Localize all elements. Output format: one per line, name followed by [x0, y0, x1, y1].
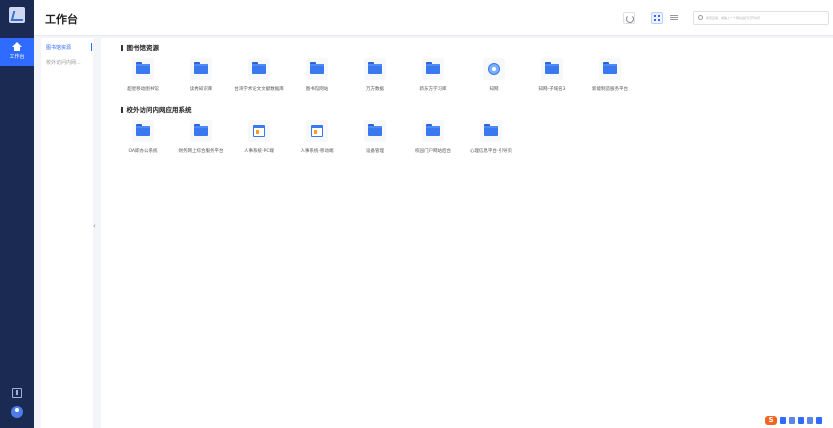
- app-label: 图书馆网站: [305, 87, 329, 92]
- app-label: OA即办公系统: [128, 149, 158, 154]
- folder-icon: [136, 124, 150, 136]
- rail-item-workbench[interactable]: 工作台: [0, 38, 34, 66]
- app-label: 知网-子域名3: [538, 87, 566, 92]
- app-icon-tile: [599, 58, 621, 80]
- app-label: 台湾学术论文文献数据库: [234, 87, 284, 92]
- app-logo-icon: [9, 7, 25, 23]
- download-icon[interactable]: [12, 388, 22, 398]
- category-item-intranet[interactable]: 校外访问内网...: [46, 59, 81, 66]
- app-icon-tile: [480, 120, 502, 142]
- form-icon: [253, 125, 265, 137]
- app-icon-tile: [306, 120, 328, 142]
- app-tile[interactable]: 知网: [465, 58, 523, 93]
- app-label: 知网: [489, 87, 499, 92]
- app-label: 人事系统-PC端: [244, 149, 274, 154]
- app-tile[interactable]: 图书馆网站: [288, 58, 346, 93]
- punctuation-icon[interactable]: [789, 417, 795, 424]
- app-tile[interactable]: 心理信息平台-引导页: [462, 120, 520, 155]
- collapse-panel-icon[interactable]: ‹: [93, 222, 96, 230]
- app-label: 万方数据: [366, 87, 384, 92]
- refresh-icon[interactable]: [623, 12, 635, 24]
- ime-logo-icon[interactable]: S: [765, 416, 777, 425]
- globe-icon: [488, 63, 500, 75]
- app-tile[interactable]: 知网-子域名3: [523, 58, 581, 93]
- app-icon-tile: [483, 58, 505, 80]
- folder-icon: [368, 124, 382, 136]
- section-title-library: 图书馆资源: [121, 42, 160, 52]
- folder-icon: [603, 62, 617, 74]
- app-tile[interactable]: OA即办公系统: [114, 120, 172, 155]
- app-tile[interactable]: 财务网上综合服务平台: [172, 120, 230, 155]
- folder-icon: [484, 124, 498, 136]
- keyboard-icon[interactable]: [807, 417, 813, 424]
- app-label: 读秀知识库: [189, 87, 213, 92]
- search-icon: [698, 15, 703, 20]
- app-icon-tile: [132, 120, 154, 142]
- app-label: 设备管理: [366, 149, 384, 154]
- app-label: 财务网上综合服务平台: [178, 149, 224, 154]
- app-tile[interactable]: 超星移动图书馆: [114, 58, 172, 93]
- folder-icon: [136, 62, 150, 74]
- app-icon-tile: [306, 58, 328, 80]
- app-label: 超星移动图书馆: [127, 87, 159, 92]
- skin-icon[interactable]: [816, 417, 822, 424]
- ime-toolbar: S: [765, 416, 831, 426]
- app-label: 人事系统-移动端: [300, 149, 334, 154]
- app-label: 校园门户网站后台: [415, 149, 451, 154]
- folder-icon: [194, 62, 208, 74]
- page-title: 工作台: [45, 13, 78, 26]
- app-icon-tile: [422, 58, 444, 80]
- app-icon-tile: [248, 120, 270, 142]
- app-tile[interactable]: 设备管理: [346, 120, 404, 155]
- app-tile[interactable]: 万方数据: [346, 58, 404, 93]
- folder-icon: [426, 62, 440, 74]
- app-icon-tile: [190, 58, 212, 80]
- top-header: 工作台: [34, 0, 833, 36]
- app-icon-tile: [364, 120, 386, 142]
- user-avatar-icon[interactable]: [11, 406, 23, 418]
- app-tile[interactable]: 台湾学术论文文献数据库: [230, 58, 288, 93]
- app-tile[interactable]: 校园门户网站后台: [404, 120, 462, 155]
- category-panel: 图书馆资源 校外访问内网...: [41, 38, 93, 428]
- search-box: [693, 11, 829, 25]
- app-icon-tile: [132, 58, 154, 80]
- category-item-library[interactable]: 图书馆资源: [46, 44, 71, 51]
- active-category-indicator: [91, 43, 92, 51]
- folder-icon: [252, 62, 266, 74]
- folder-icon: [194, 124, 208, 136]
- form-icon: [311, 125, 323, 137]
- app-tile[interactable]: 读秀知识库: [172, 58, 230, 93]
- app-tile[interactable]: 新东方学习库: [404, 58, 462, 93]
- home-icon: [12, 42, 22, 51]
- folder-icon: [368, 62, 382, 74]
- app-icon-tile: [190, 120, 212, 142]
- app-icon-tile: [248, 58, 270, 80]
- app-tile[interactable]: 人事系统-PC端: [230, 120, 288, 155]
- app-label: 新能制造服务平台: [592, 87, 628, 92]
- language-icon[interactable]: [780, 417, 786, 424]
- folder-icon: [310, 62, 324, 74]
- folder-icon: [426, 124, 440, 136]
- microphone-icon[interactable]: [798, 417, 804, 424]
- app-tile[interactable]: 人事系统-移动端: [288, 120, 346, 155]
- search-input[interactable]: [706, 13, 826, 23]
- app-rail: 工作台: [0, 0, 34, 428]
- folder-icon: [545, 62, 559, 74]
- section-title-intranet: 校外访问内网应用系统: [121, 104, 192, 114]
- app-icon-tile: [364, 58, 386, 80]
- list-view-icon[interactable]: [668, 12, 680, 24]
- main-content: 图书馆资源 超星移动图书馆 读秀知识库 台湾学术论文文献数据库 图书馆网站 万方…: [101, 38, 833, 428]
- app-icon-tile: [541, 58, 563, 80]
- app-tile[interactable]: 新能制造服务平台: [581, 58, 639, 93]
- grid-view-icon[interactable]: [651, 12, 663, 24]
- app-label: 新东方学习库: [419, 87, 447, 92]
- rail-item-label: 工作台: [9, 54, 25, 60]
- app-label: 心理信息平台-引导页: [469, 149, 513, 154]
- app-icon-tile: [422, 120, 444, 142]
